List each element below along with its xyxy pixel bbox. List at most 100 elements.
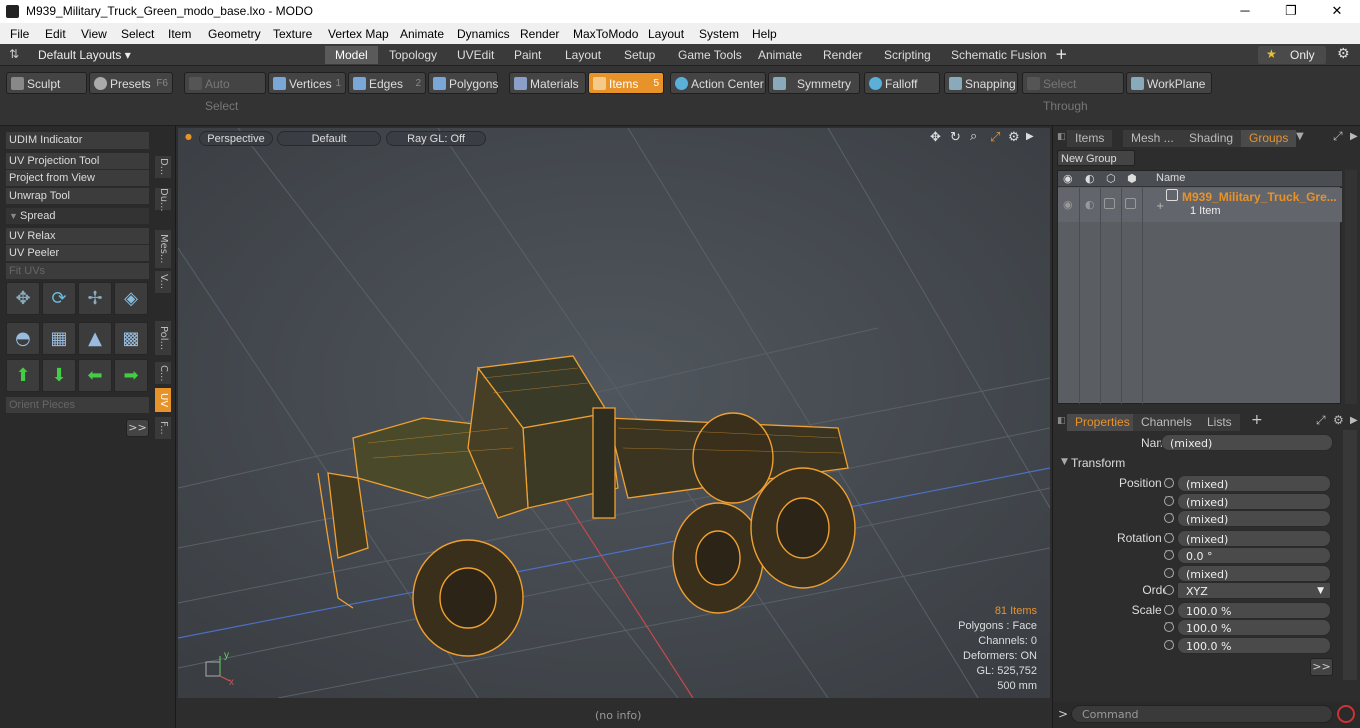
uv-checker-icon[interactable]: ▩	[114, 322, 148, 355]
group-select-checkbox[interactable]	[1125, 198, 1136, 209]
panel-menu-icon[interactable]: ◧	[1057, 132, 1066, 142]
unwrap-tool-button[interactable]: Unwrap Tool	[6, 188, 149, 205]
uv-sphere-icon[interactable]: ◓	[6, 322, 40, 355]
properties-menu-icon[interactable]: ◧	[1057, 416, 1066, 426]
transform-collapse-icon[interactable]: ▼	[1061, 457, 1068, 467]
arrow-left-icon[interactable]: ⬅	[78, 359, 112, 392]
menu-vertex-map[interactable]: Vertex Map	[328, 27, 389, 41]
vtab-pol[interactable]: Pol...	[155, 321, 171, 355]
position-y-field[interactable]: (mixed)	[1177, 493, 1331, 510]
materials-button[interactable]: Materials	[509, 72, 586, 94]
menu-layout[interactable]: Layout	[648, 27, 684, 41]
tab-model[interactable]: Model	[325, 46, 378, 64]
expand-panel-button[interactable]: >>	[126, 419, 149, 437]
scale-y-field[interactable]: 100.0 %	[1177, 619, 1331, 636]
menu-file[interactable]: File	[10, 27, 29, 41]
uv-pyramid-icon[interactable]: ▲	[78, 322, 112, 355]
orient-pieces-button[interactable]: Orient Pieces	[6, 397, 149, 414]
group-lock-checkbox[interactable]	[1104, 198, 1115, 209]
zoom-icon[interactable]: ⌕	[970, 129, 977, 144]
tab-shading[interactable]: Shading	[1181, 130, 1242, 147]
shading-dropdown[interactable]: Default	[277, 131, 381, 146]
menu-animate[interactable]: Animate	[400, 27, 444, 41]
vtab-du[interactable]: Du...	[155, 188, 171, 212]
tab-mesh[interactable]: Mesh ...	[1123, 130, 1182, 147]
group-render-icon[interactable]: ◐	[1085, 198, 1095, 211]
minimize-button[interactable]: ─	[1222, 0, 1268, 23]
order-key-icon[interactable]	[1164, 585, 1174, 595]
menu-item[interactable]: Item	[168, 27, 191, 41]
arrow-up-icon[interactable]: ⬆	[6, 359, 40, 392]
uv-transform-icon[interactable]: ✥	[6, 282, 40, 315]
rotation-y-key-icon[interactable]	[1164, 550, 1174, 560]
scale-x-field[interactable]: 100.0 %	[1177, 602, 1331, 619]
tab-animate[interactable]: Animate	[748, 46, 812, 64]
stop-icon[interactable]	[1337, 705, 1355, 723]
uv-box-icon[interactable]: ◈	[114, 282, 148, 315]
3d-viewport[interactable]: y x ● Perspective Default Ray GL: Off ✥ …	[178, 128, 1050, 698]
workplane-button[interactable]: WorkPlane	[1126, 72, 1212, 94]
tab-lists[interactable]: Lists	[1199, 414, 1240, 431]
rotation-x-key-icon[interactable]	[1164, 533, 1174, 543]
raygl-toggle[interactable]: Ray GL: Off	[386, 131, 486, 146]
group-visibility-icon[interactable]: ◉	[1063, 198, 1073, 211]
menu-system[interactable]: System	[699, 27, 739, 41]
menu-view[interactable]: View	[81, 27, 107, 41]
viewport-expand-icon[interactable]: ▶	[1026, 131, 1034, 142]
tab-scripting[interactable]: Scripting	[874, 46, 941, 64]
position-y-key-icon[interactable]	[1164, 496, 1174, 506]
name-field[interactable]: (mixed)	[1161, 434, 1333, 451]
tab-schematic-fusion[interactable]: Schematic Fusion	[941, 46, 1056, 64]
tab-channels[interactable]: Channels	[1133, 414, 1200, 431]
uv-relax-button[interactable]: UV Relax	[6, 228, 149, 245]
menu-render[interactable]: Render	[520, 27, 559, 41]
pan-icon[interactable]: ✥	[930, 130, 941, 145]
menu-dynamics[interactable]: Dynamics	[457, 27, 510, 41]
properties-pop-out-icon[interactable]: ⤢	[1316, 413, 1326, 428]
rotation-z-field[interactable]: (mixed)	[1177, 565, 1331, 582]
groups-scrollbar[interactable]	[1345, 170, 1357, 404]
menu-select[interactable]: Select	[121, 27, 154, 41]
layout-swap-icon[interactable]: ⇅	[9, 47, 19, 61]
vtab-v[interactable]: V...	[155, 271, 171, 293]
only-toggle[interactable]: ★ Only	[1258, 46, 1326, 64]
position-x-key-icon[interactable]	[1164, 478, 1174, 488]
tab-uvedit[interactable]: UVEdit	[447, 46, 504, 64]
new-group-button[interactable]: New Group	[1057, 150, 1135, 166]
tab-game-tools[interactable]: Game Tools	[668, 46, 752, 64]
position-z-key-icon[interactable]	[1164, 513, 1174, 523]
fit-uvs-button[interactable]: Fit UVs	[6, 263, 149, 280]
tab-layout[interactable]: Layout	[555, 46, 611, 64]
auto-select-button[interactable]: Auto Select	[184, 72, 266, 113]
render-column-icon[interactable]: ◐	[1085, 172, 1095, 185]
vtab-c[interactable]: C...	[155, 362, 171, 384]
tab-dropdown-icon[interactable]: ▼	[1296, 131, 1304, 142]
tab-groups[interactable]: Groups	[1241, 130, 1297, 147]
vtab-uv[interactable]: UV	[155, 388, 171, 412]
symmetry-button[interactable]: Symmetry	[768, 72, 860, 94]
uv-rotate-icon[interactable]: ⟳	[42, 282, 76, 315]
presets-button[interactable]: Presets F6	[89, 72, 173, 94]
falloff-button[interactable]: Falloff	[864, 72, 940, 94]
arrow-right-icon[interactable]: ➡	[114, 359, 148, 392]
spread-button[interactable]: ▼ Spread	[6, 208, 149, 225]
lock-column-icon[interactable]: ⬡	[1106, 172, 1116, 185]
tab-setup[interactable]: Setup	[614, 46, 665, 64]
menu-maxtomodo[interactable]: MaxToModo	[573, 27, 638, 41]
items-button[interactable]: Items 5	[588, 72, 664, 94]
edges-button[interactable]: Edges 2	[348, 72, 426, 94]
order-dropdown[interactable]: XYZ ▼	[1177, 582, 1331, 599]
properties-side-tabs[interactable]	[1343, 430, 1357, 680]
menu-help[interactable]: Help	[752, 27, 777, 41]
fit-icon[interactable]: ⤢	[990, 130, 1000, 145]
vtab-mes[interactable]: Mes...	[155, 230, 171, 268]
properties-expand-icon[interactable]: ▶	[1350, 415, 1358, 426]
menu-texture[interactable]: Texture	[273, 27, 312, 41]
tab-items[interactable]: Items	[1067, 130, 1113, 147]
properties-settings-icon[interactable]: ⚙	[1333, 413, 1344, 427]
scale-y-key-icon[interactable]	[1164, 622, 1174, 632]
rotation-y-field[interactable]: 0.0 °	[1177, 547, 1331, 564]
uv-projection-tool-button[interactable]: UV Projection Tool	[6, 153, 149, 170]
command-input[interactable]: Command	[1071, 705, 1333, 723]
tab-paint[interactable]: Paint	[504, 46, 551, 64]
